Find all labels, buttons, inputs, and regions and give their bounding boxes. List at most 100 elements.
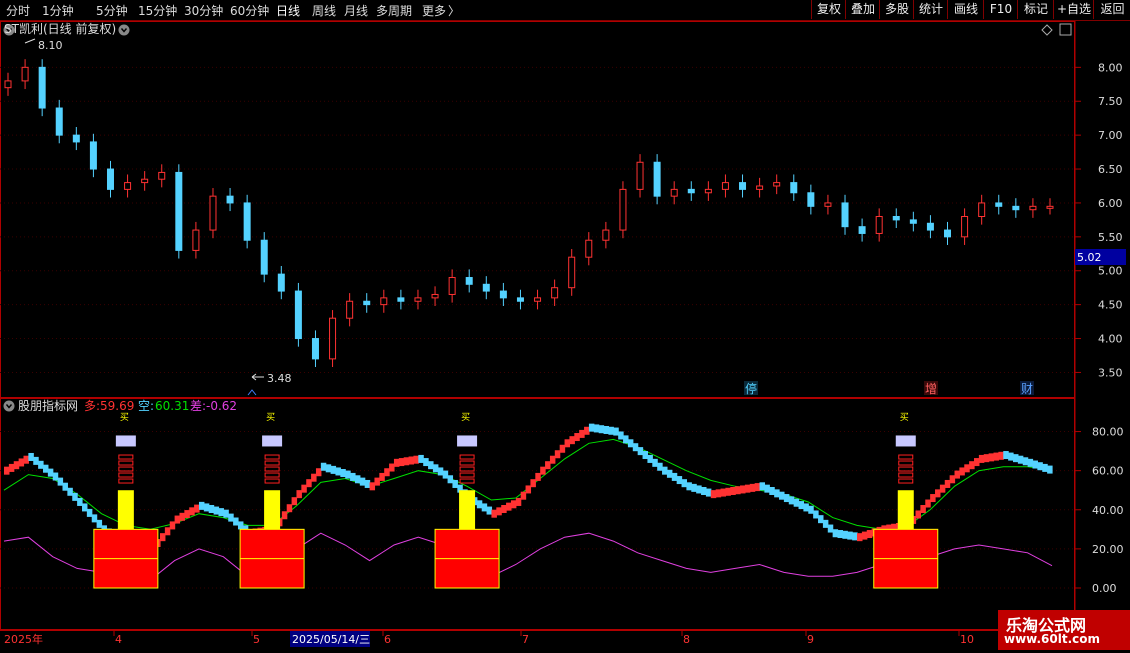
- price-panel[interactable]: 8.00 7.50 7.00 6.50 6.00 5.50 5.00 4.50 4.00 3.50…: [0, 21, 1130, 398]
- duo-line-block: [1037, 462, 1043, 471]
- candle-body: [534, 297, 542, 302]
- period-tab-5min[interactable]: 5分钟: [96, 2, 128, 19]
- candle-body: [858, 226, 866, 234]
- stock-title: ST凯利(日线 前复权): [4, 21, 116, 36]
- duo-line-block: [608, 426, 614, 435]
- overlay-button[interactable]: 叠加: [845, 0, 880, 19]
- duo-line-block: [432, 464, 439, 473]
- indicator-panel[interactable]: 80.00 60.00 40.00 20.00 0.00 买 买 买 买 股朋指标网 多: 5…: [0, 398, 1130, 630]
- duo-line-block: [588, 423, 595, 432]
- duo-line-block: [345, 470, 351, 479]
- duo-line-block: [696, 485, 702, 494]
- price-chart[interactable]: 8.00 7.50 7.00 6.50 6.00 5.50 5.00 4.50 4.00 3.50…: [0, 21, 1130, 398]
- duo-line-block: [764, 484, 770, 493]
- signal-ladder-step: [459, 478, 475, 484]
- indicator-collapse-icon[interactable]: [3, 400, 15, 412]
- price-tick-label: 7.50: [1098, 95, 1123, 108]
- duo-line-block: [969, 461, 975, 470]
- duo-line-block: [574, 433, 580, 442]
- duo-line-block: [447, 475, 454, 484]
- duo-line-block: [564, 439, 571, 448]
- candle-body: [499, 290, 507, 299]
- duo-line-block: [925, 499, 931, 508]
- duo-line-block: [852, 532, 858, 541]
- duo-line-block: [930, 494, 936, 503]
- date-label-may: 5: [253, 633, 260, 646]
- duo-line-block: [793, 498, 800, 507]
- indicator-chart[interactable]: 80.00 60.00 40.00 20.00 0.00 买 买 买 买 股朋指标网 多: 5…: [0, 398, 1130, 630]
- period-tab-weekly[interactable]: 周线: [312, 2, 336, 19]
- signal-ladder-step: [264, 460, 280, 466]
- period-tab-fenshi[interactable]: 分时: [6, 2, 30, 19]
- duo-line-block: [720, 488, 727, 497]
- price-frame: [0, 21, 1075, 398]
- period-tab-multi[interactable]: 多周期: [376, 2, 412, 19]
- duo-line-block: [715, 489, 722, 498]
- period-tab-30min[interactable]: 30分钟: [184, 2, 223, 19]
- mark-button[interactable]: 标记: [1017, 0, 1054, 19]
- signal-yellow-bar: [264, 490, 281, 530]
- duo-line-block: [62, 482, 68, 491]
- duo-line-block: [964, 464, 970, 473]
- duo-line-block: [710, 490, 717, 499]
- price-tick-label: 6.00: [1098, 197, 1123, 210]
- duo-line-block: [164, 527, 171, 536]
- duo-line-block: [413, 455, 419, 464]
- multi-stock-button[interactable]: 多股: [879, 0, 914, 19]
- candle-body: [243, 202, 251, 241]
- diamond-icon[interactable]: [1041, 24, 1053, 36]
- candle-body: [329, 317, 337, 360]
- period-tab-daily[interactable]: 日线: [276, 2, 300, 19]
- duo-line-block: [974, 458, 980, 467]
- watermark-url: www.60lt.com: [1004, 632, 1101, 646]
- date-cursor-label: 2025/05/14/三: [292, 633, 370, 646]
- period-tab-15min[interactable]: 15分钟: [138, 2, 177, 19]
- duo-line-block: [86, 508, 93, 517]
- candle-body: [602, 229, 610, 241]
- signal-ladder-step: [264, 454, 280, 460]
- duo-line-block: [174, 515, 181, 524]
- duo-line-block: [618, 431, 624, 440]
- duo-line-block: [208, 504, 215, 513]
- duo-line-block: [159, 533, 166, 542]
- duo-line-block: [501, 504, 507, 513]
- f10-button[interactable]: F10: [983, 0, 1018, 19]
- maximize-icon[interactable]: [1059, 23, 1072, 36]
- duo-line-block: [978, 454, 985, 463]
- candle-body: [277, 273, 285, 292]
- chevron-right-icon[interactable]: 〉: [448, 2, 460, 19]
- candle-body: [414, 297, 422, 302]
- statistics-button[interactable]: 统计: [913, 0, 948, 19]
- candle-body: [175, 171, 183, 251]
- kong-value: 60.31: [155, 399, 189, 413]
- duo-line-block: [623, 435, 629, 444]
- candle-body: [944, 229, 952, 238]
- duo-line-block: [189, 507, 195, 516]
- back-button[interactable]: 返回: [1093, 0, 1130, 19]
- signal-ladder-step: [898, 472, 914, 478]
- signal-ladder-step: [459, 460, 475, 466]
- duo-line-block: [301, 484, 307, 493]
- draw-line-button[interactable]: 画线: [947, 0, 984, 19]
- title-dropdown-icon[interactable]: [118, 24, 130, 36]
- candle-body: [568, 256, 576, 289]
- signal-ladder-step: [264, 472, 280, 478]
- signal-ladder-step: [898, 478, 914, 484]
- period-tab-more[interactable]: 更多: [422, 2, 446, 19]
- add-watchlist-button[interactable]: +自选: [1053, 0, 1094, 19]
- restore-rights-button[interactable]: 复权: [811, 0, 846, 19]
- candle-body: [158, 171, 166, 180]
- period-tab-monthly[interactable]: 月线: [344, 2, 368, 19]
- increase-marker-label: 增: [925, 382, 937, 396]
- duo-line-block: [1008, 452, 1014, 461]
- period-tab-60min[interactable]: 60分钟: [230, 2, 269, 19]
- duo-line-block: [18, 458, 25, 467]
- price-tick-label: 8.00: [1098, 61, 1123, 74]
- duo-line-block: [637, 447, 644, 456]
- period-tab-1min[interactable]: 1分钟: [42, 2, 74, 19]
- kong-label: 空:: [138, 399, 154, 413]
- duo-line-block: [286, 504, 293, 513]
- candle-body: [192, 229, 200, 251]
- duo-line-block: [77, 497, 83, 506]
- duo-line-block: [91, 514, 98, 523]
